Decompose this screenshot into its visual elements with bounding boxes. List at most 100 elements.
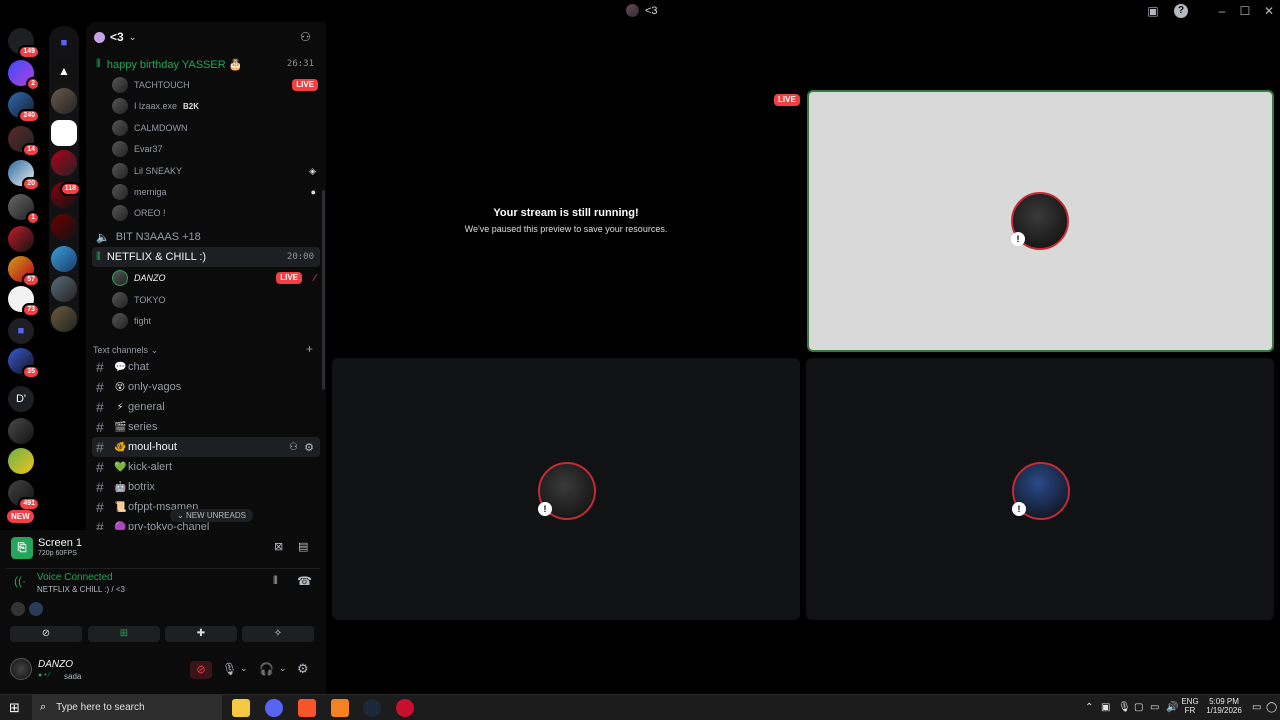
voice-user[interactable]: TACHTOUCH LIVE <box>112 75 320 95</box>
camera-off-button[interactable]: ⊘ <box>10 626 82 642</box>
server-icon[interactable] <box>51 306 77 332</box>
text-channel[interactable]: # 💚 kick-alert <box>92 457 320 477</box>
voice-user[interactable]: Lil SNEAKY ◈ <box>112 161 320 181</box>
server-folder[interactable]: ■ ▲ 118 <box>49 26 81 332</box>
window-title: <3 <box>626 4 658 17</box>
server-icon[interactable]: 73 <box>8 286 40 317</box>
steam-icon[interactable] <box>363 699 381 717</box>
noise-suppression-icon[interactable]: ⦀ <box>273 575 278 588</box>
scrollbar[interactable] <box>322 190 325 390</box>
folder-icon[interactable]: ■ <box>8 318 34 344</box>
camera-off-icon[interactable]: ⊘ <box>190 661 212 679</box>
text-channel[interactable]: # 🎬 series <box>92 417 320 437</box>
help-icon[interactable]: ? <box>1174 4 1188 18</box>
stop-stream-icon[interactable]: ⊠ <box>274 540 283 553</box>
start-icon[interactable]: ⊞ <box>9 700 20 716</box>
discord-home-icon[interactable]: 149 <box>8 28 40 59</box>
clock[interactable]: 5:09 PM 1/19/2026 <box>1204 697 1244 715</box>
text-channel[interactable]: # 💬 chat <box>92 357 320 377</box>
speaking-user-tile[interactable]: ! <box>807 90 1274 352</box>
add-channel-icon[interactable]: + <box>306 342 313 356</box>
dm-icon[interactable]: D' <box>8 386 34 412</box>
server-header[interactable]: <3 ⌄ <box>94 30 136 44</box>
stream-settings-icon[interactable]: ▤ <box>298 540 308 553</box>
voice-user[interactable]: OREO ! <box>112 203 320 223</box>
server-icon[interactable]: 240 <box>8 92 40 123</box>
voice-user[interactable]: TOKYO <box>112 290 320 310</box>
user-tile[interactable]: ! <box>332 358 800 620</box>
voice-channel[interactable]: ⦀ happy birthday YASSER 🎂 26:31 <box>92 54 320 74</box>
server-icon[interactable] <box>51 150 77 176</box>
server-icon[interactable]: 2 <box>8 60 40 91</box>
tray-icon[interactable]: ▢ <box>1134 702 1143 713</box>
file-explorer-icon[interactable] <box>232 699 250 717</box>
headphones-icon[interactable]: 🎧 <box>259 662 274 676</box>
server-icon[interactable]: 20 <box>8 160 40 191</box>
voice-user[interactable]: merniga ● <box>112 182 320 202</box>
volume-icon[interactable]: 🔊 <box>1166 702 1178 713</box>
tray-icon[interactable]: ◯ <box>1266 702 1277 713</box>
microphone-icon[interactable]: 🎙 <box>1118 702 1131 713</box>
server-icon[interactable] <box>8 418 34 444</box>
network-icon[interactable]: ▭ <box>1150 702 1159 713</box>
server-icon[interactable]: 57 <box>8 256 40 287</box>
server-icon[interactable]: 1 <box>8 194 40 225</box>
server-icon[interactable] <box>51 120 77 146</box>
voice-user[interactable]: Evar37 <box>112 139 320 159</box>
server-icon[interactable] <box>8 226 34 252</box>
search-box[interactable]: ⌕ Type here to search <box>32 695 222 720</box>
tray-icon[interactable]: ▣ <box>1101 702 1110 713</box>
microphone-icon[interactable]: 🎙 <box>222 662 237 676</box>
invite-icon[interactable]: ⚇ <box>289 442 298 453</box>
close-button[interactable]: ✕ <box>1260 3 1278 19</box>
server-icon[interactable]: 491 <box>8 480 40 511</box>
voice-location[interactable]: NETFLIX & CHILL :) / <3 <box>37 585 125 594</box>
category-header[interactable]: Text channels ⌄ <box>93 345 158 356</box>
user-avatar[interactable] <box>10 658 32 680</box>
server-icon[interactable] <box>51 214 77 240</box>
soundboard-button[interactable]: ✧ <box>242 626 314 642</box>
chevron-down-icon[interactable]: ⌄ <box>240 663 248 674</box>
server-icon[interactable]: 14 <box>8 126 40 157</box>
text-channel[interactable]: # 🤖 botrix <box>92 477 320 497</box>
voice-user[interactable]: fight <box>112 311 320 331</box>
voice-user[interactable]: CALMDOWN <box>112 118 320 138</box>
voice-user[interactable]: I lzaax.exe B2K <box>112 96 320 116</box>
maximize-button[interactable]: ☐ <box>1236 3 1254 19</box>
minimize-button[interactable]: – <box>1213 3 1231 19</box>
text-channel[interactable]: # ⚡ general <box>92 397 320 417</box>
voice-status[interactable]: Voice Connected <box>37 572 113 583</box>
text-channel[interactable]: # 🐠 moul-hout ⚇ ⚙ <box>92 437 320 457</box>
user-tile[interactable]: ! <box>806 358 1274 620</box>
folder-icon[interactable]: ■ <box>51 30 77 56</box>
server-icon[interactable] <box>51 276 77 302</box>
new-unreads-pill[interactable]: ⌄ NEW UNREADS <box>170 509 253 522</box>
invite-icon[interactable]: ⚇ <box>300 30 311 44</box>
paused-stream-tile[interactable]: LIVE Your stream is still running! We've… <box>332 88 800 350</box>
brave-icon[interactable] <box>298 699 316 717</box>
notifications-icon[interactable]: ▭ <box>1252 702 1261 713</box>
server-icon[interactable]: 118 <box>51 182 81 208</box>
gear-icon[interactable]: ⚙ <box>304 441 314 454</box>
gear-icon[interactable]: ⚙ <box>297 661 309 677</box>
voice-channel[interactable]: ⦀ NETFLIX & CHILL :) 20:00 <box>92 247 320 267</box>
app-icon[interactable] <box>396 699 414 717</box>
activities-button[interactable]: ✚ <box>165 626 237 642</box>
voice-user[interactable]: DANZO LIVE ⁄ <box>112 268 320 288</box>
disconnect-icon[interactable]: ☎ <box>297 574 312 588</box>
discord-icon[interactable] <box>265 699 283 717</box>
screen-share-button[interactable]: ⊞ <box>88 626 160 642</box>
server-icon[interactable]: 35 <box>8 348 40 379</box>
user-name[interactable]: DANZO <box>38 659 73 670</box>
server-icon[interactable] <box>8 448 34 474</box>
chevron-down-icon[interactable]: ⌄ <box>279 663 287 674</box>
voice-channel[interactable]: 🔈 BIT N3AAAS +18 <box>92 227 320 247</box>
app-icon[interactable] <box>331 699 349 717</box>
server-icon[interactable] <box>51 88 77 114</box>
server-icon[interactable]: ▲ <box>51 58 77 84</box>
server-icon[interactable] <box>51 246 77 272</box>
language-indicator[interactable]: ENG FR <box>1180 697 1200 715</box>
inbox-icon[interactable]: ▣ <box>1144 3 1162 19</box>
text-channel[interactable]: # 😵 only-vagos <box>92 377 320 397</box>
chevron-up-icon[interactable]: ⌃ <box>1085 702 1093 713</box>
